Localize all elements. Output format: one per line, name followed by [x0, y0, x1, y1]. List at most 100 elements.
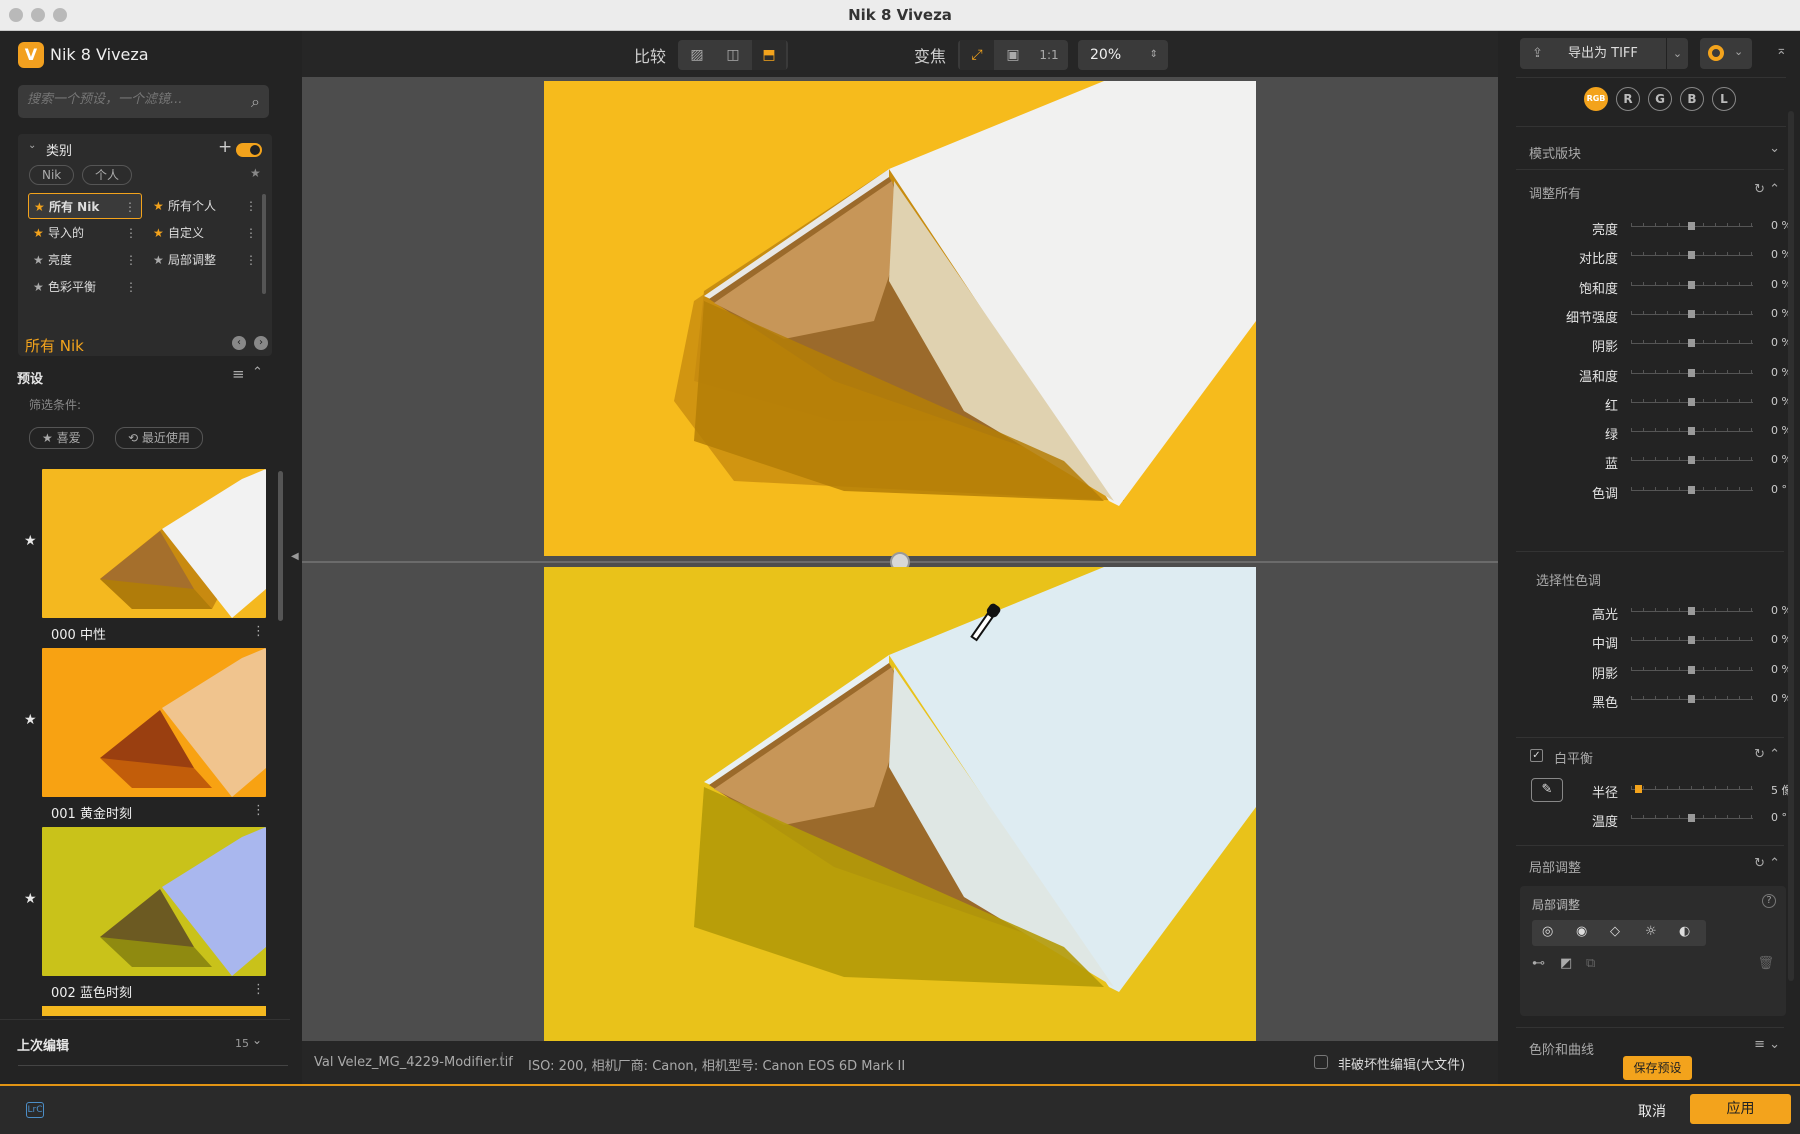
slider-track[interactable]	[1631, 785, 1753, 793]
right-scrollbar[interactable]	[1788, 111, 1794, 981]
channel-l[interactable]: L	[1712, 87, 1736, 111]
slider-row[interactable]: 色调 0 °	[1498, 480, 1800, 504]
apply-button[interactable]: 应用	[1690, 1094, 1791, 1124]
list-collapse-icons[interactable]: ≡ ⌄	[1754, 1037, 1780, 1052]
category-brightness[interactable]: ★ 亮度 ⋮	[28, 247, 142, 273]
slider-thumb[interactable]	[1688, 397, 1695, 406]
collapse-left-icon[interactable]: ◀	[291, 551, 299, 562]
list-view-icon[interactable]: ≡	[232, 365, 245, 383]
control-point-icon[interactable]: ◎	[1542, 924, 1553, 939]
pin-icon[interactable]: ★	[250, 166, 261, 180]
preset-search[interactable]: ⌕	[18, 85, 269, 118]
pill-nik[interactable]: Nik	[29, 165, 75, 185]
slider-thumb[interactable]	[1688, 251, 1695, 260]
chevron-down-icon[interactable]: ⌄	[1769, 141, 1780, 156]
export-dropdown-icon[interactable]: ⌄	[1666, 38, 1688, 69]
photo-after[interactable]	[544, 567, 1256, 1041]
slider-row[interactable]: 阴影 0 %	[1498, 660, 1800, 684]
fit-screen-button[interactable]: ⤢	[960, 40, 994, 70]
cancel-button[interactable]: 取消	[1638, 1101, 1666, 1121]
slider-track[interactable]	[1631, 694, 1753, 703]
tag-icon[interactable]: ◇	[1610, 924, 1620, 939]
slider-row[interactable]: 温度 0 °	[1498, 808, 1800, 832]
preset-thumb-partial[interactable]	[42, 1006, 266, 1016]
more-icon[interactable]: ⋮	[125, 220, 137, 246]
category-custom[interactable]: ★ 自定义 ⋮	[148, 220, 262, 246]
compare-split-vertical-button[interactable]: ◫	[716, 40, 750, 70]
category-all-personal[interactable]: ★ 所有个人 ⋮	[148, 193, 262, 219]
slider-track[interactable]	[1631, 368, 1753, 377]
color-picker-button[interactable]: ⌄	[1700, 38, 1752, 69]
non-destructive-checkbox[interactable]	[1314, 1055, 1328, 1069]
add-category-icon[interactable]: +	[218, 137, 232, 157]
slider-row[interactable]: 阴影 0 %	[1498, 333, 1800, 357]
white-balance-checkbox[interactable]: ✓	[1530, 749, 1543, 762]
trash-icon[interactable]: 🗑	[1757, 956, 1774, 971]
preset-thumb-blue-hour[interactable]	[42, 827, 266, 976]
preset-thumb-golden-hour[interactable]	[42, 648, 266, 797]
zoom-select[interactable]: 20% ⇕	[1078, 40, 1168, 70]
slider-track[interactable]	[1631, 309, 1753, 318]
slider-track[interactable]	[1631, 397, 1753, 406]
category-toggle[interactable]	[236, 143, 262, 157]
favorite-star-icon[interactable]: ★	[24, 712, 37, 728]
slider-track[interactable]	[1631, 814, 1753, 822]
slider-row[interactable]: 细节强度 0 %	[1498, 304, 1800, 328]
slider-track[interactable]	[1631, 485, 1753, 494]
slider-track[interactable]	[1631, 456, 1753, 465]
slider-row[interactable]: 亮度 0 %	[1498, 216, 1800, 240]
slider-thumb[interactable]	[1688, 485, 1695, 494]
channel-r[interactable]: R	[1616, 87, 1640, 111]
duplicate-icon[interactable]: ⧉	[1586, 956, 1595, 971]
category-color-balance[interactable]: ★ 色彩平衡 ⋮	[28, 274, 142, 300]
export-button[interactable]: ⇪ 导出为 TIFF ⌄	[1520, 38, 1688, 69]
filter-favorites-button[interactable]: ★ 喜爱	[29, 427, 94, 449]
slider-track[interactable]	[1631, 251, 1753, 260]
channel-g[interactable]: G	[1648, 87, 1672, 111]
slider-track[interactable]	[1631, 280, 1753, 289]
slider-row[interactable]: 中调 0 %	[1498, 630, 1800, 654]
category-scrollbar[interactable]	[262, 194, 266, 294]
filter-recent-button[interactable]: ⟲ 最近使用	[115, 427, 203, 449]
back-icon[interactable]: ‹	[232, 336, 246, 350]
photo-before[interactable]	[544, 81, 1256, 556]
chevron-up-icon[interactable]: ⌃	[252, 365, 263, 380]
slider-thumb[interactable]	[1688, 222, 1695, 230]
slider-track[interactable]	[1631, 427, 1753, 436]
slider-thumb[interactable]	[1688, 280, 1695, 289]
category-imported[interactable]: ★ 导入的 ⋮	[28, 220, 142, 246]
fill-screen-button[interactable]: ▣	[996, 40, 1030, 70]
slider-thumb[interactable]	[1688, 456, 1695, 465]
slider-track[interactable]	[1631, 222, 1753, 230]
invert-icon[interactable]: ◩	[1560, 956, 1572, 971]
category-all-nik[interactable]: ★ 所有 Nik ⋮	[28, 193, 142, 219]
pill-personal[interactable]: 个人	[82, 165, 133, 185]
compare-split-horizontal-button[interactable]: ⬒	[752, 40, 786, 70]
slider-thumb[interactable]	[1688, 309, 1695, 318]
list-points-icon[interactable]: ⊷	[1532, 956, 1545, 971]
slider-row[interactable]: 饱和度 0 %	[1498, 275, 1800, 299]
one-to-one-button[interactable]: 1:1	[1032, 40, 1066, 70]
slider-row[interactable]: 高光 0 %	[1498, 601, 1800, 625]
slider-thumb[interactable]	[1688, 607, 1695, 615]
more-icon[interactable]: ⋮	[252, 803, 265, 818]
help-icon[interactable]: ?	[1762, 894, 1776, 908]
favorite-star-icon[interactable]: ★	[24, 533, 37, 549]
slider-row[interactable]: 蓝0 %	[1498, 450, 1800, 474]
slider-thumb[interactable]	[1688, 339, 1695, 348]
more-icon[interactable]: ⋮	[252, 982, 265, 997]
slider-track[interactable]	[1631, 607, 1753, 615]
forward-icon[interactable]: ›	[254, 336, 268, 350]
save-preset-button[interactable]: 保存预设	[1623, 1056, 1692, 1080]
slider-thumb[interactable]	[1688, 636, 1695, 645]
more-icon[interactable]: ⋮	[245, 220, 257, 246]
reset-collapse-icons[interactable]: ↻ ⌃	[1754, 182, 1780, 197]
favorite-star-icon[interactable]: ★	[24, 891, 37, 907]
more-icon[interactable]: ⋮	[245, 193, 257, 219]
reset-collapse-icons[interactable]: ↻ ⌃	[1754, 856, 1780, 871]
slider-row[interactable]: 温和度 0 %	[1498, 363, 1800, 387]
category-local-adjust[interactable]: ★ 局部调整 ⋮	[148, 247, 262, 273]
slider-row[interactable]: 对比度 0 %	[1498, 245, 1800, 269]
slider-thumb[interactable]	[1688, 814, 1695, 822]
lrc-icon[interactable]: LrC	[26, 1102, 44, 1118]
